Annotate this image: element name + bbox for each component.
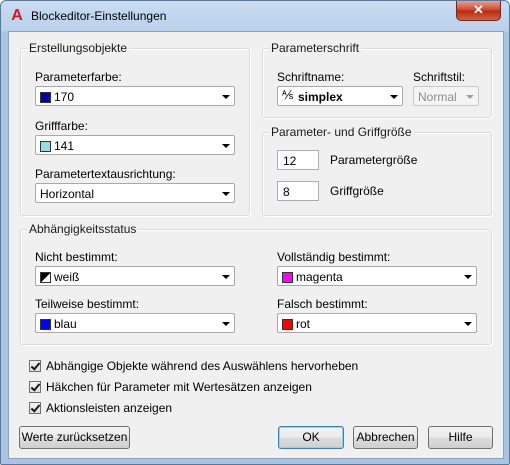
- group-title-groesse: Parameter- und Griffgröße: [269, 125, 414, 139]
- teilweise-bestimmt-select[interactable]: blau: [35, 313, 235, 333]
- vollstaendig-bestimmt-swatch: [282, 272, 293, 283]
- checkbox-label-haekchen: Häkchen für Parameter mit Wertesätzen an…: [46, 380, 312, 394]
- grifffarbe-value: 141: [54, 139, 75, 153]
- ok-button[interactable]: OK: [278, 426, 344, 449]
- dialog-body: Erstellungsobjekte Parameterfarbe: 170 G…: [8, 31, 504, 459]
- checkbox-label-aktionsleisten: Aktionsleisten anzeigen: [46, 401, 173, 415]
- grifffarbe-select[interactable]: 141: [35, 135, 235, 155]
- nicht-bestimmt-value: weiß: [54, 270, 80, 284]
- schriftname-select[interactable]: ⅍ simplex: [277, 86, 403, 106]
- falsch-bestimmt-label: Falsch bestimmt:: [277, 297, 368, 311]
- schriftstil-label: Schriftstil:: [413, 70, 466, 84]
- chevron-down-icon: [390, 95, 398, 99]
- vollstaendig-bestimmt-label: Vollständig bestimmt:: [277, 250, 391, 264]
- textausrichtung-label: Parametertextausrichtung:: [35, 167, 176, 181]
- reset-values-button[interactable]: Werte zurücksetzen: [19, 426, 130, 449]
- griffgroesse-label: Griffgröße: [330, 184, 384, 198]
- parameterfarbe-swatch: [40, 92, 51, 103]
- chevron-down-icon: [464, 322, 472, 326]
- chevron-down-icon: [222, 95, 230, 99]
- textausrichtung-value: Horizontal: [40, 187, 95, 201]
- title-bar[interactable]: A Blockeditor-Einstellungen ✕: [1, 1, 509, 31]
- parameterfarbe-value: 170: [54, 90, 75, 104]
- chevron-down-icon: [222, 144, 230, 148]
- griffgroesse-input[interactable]: 8: [277, 181, 319, 201]
- chevron-down-icon: [222, 275, 230, 279]
- falsch-bestimmt-swatch: [282, 319, 293, 330]
- close-button[interactable]: ✕: [456, 1, 501, 21]
- chevron-down-icon: [464, 275, 472, 279]
- group-title-parameterschrift: Parameterschrift: [269, 41, 362, 55]
- vollstaendig-bestimmt-select[interactable]: magenta: [277, 266, 477, 286]
- cancel-button[interactable]: Abbrechen: [353, 426, 418, 449]
- checkbox-label-hervorheben: Abhängige Objekte während des Auswählens…: [46, 359, 359, 373]
- schriftname-label: Schriftname:: [277, 70, 345, 84]
- group-groesse: Parameter- und Griffgröße 12 Parametergr…: [262, 125, 492, 216]
- grifffarbe-swatch: [40, 141, 51, 152]
- font-icon: ⅍: [282, 88, 294, 102]
- chevron-down-icon: [466, 95, 474, 99]
- parametergroesse-label: Parametergröße: [330, 153, 418, 167]
- checkbox-aktionsleisten[interactable]: [29, 402, 41, 414]
- dialog-window: A Blockeditor-Einstellungen ✕ Erstellung…: [0, 0, 510, 465]
- window-title: Blockeditor-Einstellungen: [31, 9, 167, 23]
- vollstaendig-bestimmt-value: magenta: [296, 270, 343, 284]
- nicht-bestimmt-label: Nicht bestimmt:: [35, 250, 118, 264]
- group-abhaengigkeitsstatus: Abhängigkeitsstatus Nicht bestimmt: weiß…: [20, 222, 492, 345]
- chevron-down-icon: [222, 192, 230, 196]
- schriftname-value: simplex: [298, 90, 343, 104]
- parameterfarbe-label: Parameterfarbe:: [35, 70, 122, 84]
- parameterfarbe-select[interactable]: 170: [35, 86, 235, 106]
- checkbox-haekchen[interactable]: [29, 381, 41, 393]
- group-title-erstellungsobjekte: Erstellungsobjekte: [27, 41, 130, 55]
- teilweise-bestimmt-value: blau: [54, 317, 77, 331]
- nicht-bestimmt-select[interactable]: weiß: [35, 266, 235, 286]
- textausrichtung-select[interactable]: Horizontal: [35, 183, 235, 203]
- schriftstil-select[interactable]: Normal: [413, 86, 479, 106]
- group-title-abhaengigkeitsstatus: Abhängigkeitsstatus: [27, 222, 139, 236]
- falsch-bestimmt-value: rot: [296, 317, 311, 331]
- autocad-logo-icon: A: [11, 7, 23, 24]
- parametergroesse-input[interactable]: 12: [277, 150, 319, 170]
- schriftstil-value: Normal: [418, 90, 457, 104]
- nicht-bestimmt-swatch: [40, 272, 51, 283]
- teilweise-bestimmt-swatch: [40, 319, 51, 330]
- chevron-down-icon: [222, 322, 230, 326]
- help-button[interactable]: Hilfe: [428, 426, 493, 449]
- falsch-bestimmt-select[interactable]: rot: [277, 313, 477, 333]
- checkbox-hervorheben[interactable]: [29, 360, 41, 372]
- group-erstellungsobjekte: Erstellungsobjekte Parameterfarbe: 170 G…: [20, 41, 250, 216]
- group-parameterschrift: Parameterschrift Schriftname: ⅍ simplex …: [262, 41, 492, 118]
- grifffarbe-label: Grifffarbe:: [35, 119, 88, 133]
- teilweise-bestimmt-label: Teilweise bestimmt:: [35, 297, 140, 311]
